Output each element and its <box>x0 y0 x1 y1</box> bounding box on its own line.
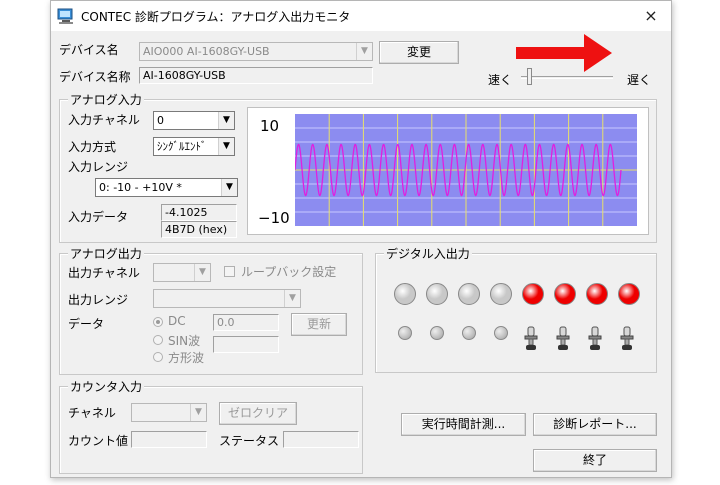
app-icon <box>57 8 73 24</box>
input-data-label: 入力データ <box>68 210 129 224</box>
digital-output-led[interactable] <box>554 283 576 305</box>
runtime-measure-button[interactable]: 実行時間計測... <box>401 413 526 436</box>
chevron-down-icon: ▼ <box>194 264 210 281</box>
square-radio[interactable] <box>153 352 163 362</box>
counter-group: カウンタ入力 <box>59 378 363 474</box>
digital-output-led[interactable] <box>522 283 544 305</box>
toggle-switch-icon[interactable] <box>555 326 571 352</box>
dc-value-field[interactable]: 0.0 <box>213 314 279 331</box>
device-model-field: AI-1608GY-USB <box>139 67 373 84</box>
toggle-switch-icon[interactable] <box>619 326 635 352</box>
close-icon[interactable]: × <box>631 1 671 31</box>
analog-output-title: アナログ出力 <box>68 245 144 262</box>
output-data-label: データ <box>68 317 105 331</box>
diagnostic-report-button[interactable]: 診断レポート... <box>533 413 657 436</box>
toggle-switch-icon[interactable] <box>587 326 603 352</box>
exit-button[interactable]: 終了 <box>533 449 657 472</box>
sin-value-field[interactable] <box>213 336 279 353</box>
graph-y-max: 10 <box>260 117 280 135</box>
graph-y-min: −10 <box>258 209 290 227</box>
digital-output-led[interactable] <box>490 283 512 305</box>
title-bar: CONTEC 診断プログラム：アナログ入出力モニタ × <box>51 1 671 31</box>
update-button[interactable]: 更新 <box>291 313 347 336</box>
counter-status-field <box>283 431 359 448</box>
sin-label: SIN波 <box>168 334 201 348</box>
input-mode-select[interactable]: ｼﾝｸﾞﾙｴﾝﾄﾞ ▼ <box>153 137 235 156</box>
dc-radio[interactable] <box>153 317 163 327</box>
change-device-button[interactable]: 変更 <box>379 41 459 64</box>
digital-input-led <box>462 326 476 340</box>
speed-slow-label: 遅く <box>627 73 652 87</box>
digital-output-led[interactable] <box>394 283 416 305</box>
output-range-select[interactable]: ▼ <box>153 289 301 308</box>
sin-radio[interactable] <box>153 335 163 345</box>
digital-input-led <box>494 326 508 340</box>
device-name-value: AIO000 AI-1608GY-USB <box>143 45 270 58</box>
input-mode-value: ｼﾝｸﾞﾙｴﾝﾄﾞ <box>157 140 207 153</box>
analog-input-title: アナログ入力 <box>68 91 144 108</box>
digital-input-led <box>398 326 412 340</box>
digital-output-led[interactable] <box>426 283 448 305</box>
input-mode-label: 入力方式 <box>68 140 117 154</box>
chevron-down-icon: ▼ <box>284 290 300 307</box>
loopback-checkbox[interactable] <box>224 266 235 277</box>
chevron-down-icon: ▼ <box>218 112 234 129</box>
count-value-label: カウント値 <box>68 434 129 448</box>
window-title: CONTEC 診断プログラム：アナログ入出力モニタ <box>81 10 351 24</box>
graph-panel: 10 −10 <box>247 107 649 235</box>
device-model-label: デバイス名称 <box>59 70 131 84</box>
digital-io-group: デジタル入出力 <box>375 245 657 373</box>
input-data-hex: 4B7D (hex) <box>161 221 237 238</box>
device-name-label: デバイス名 <box>59 43 119 57</box>
digital-output-led[interactable] <box>586 283 608 305</box>
toggle-switch-icon[interactable] <box>523 326 539 352</box>
output-channel-select[interactable]: ▼ <box>153 263 211 282</box>
square-label: 方形波 <box>168 351 205 365</box>
counter-status-label: ステータス <box>219 434 280 448</box>
slider-track <box>521 76 613 79</box>
input-channel-select[interactable]: 0 ▼ <box>153 111 235 130</box>
input-channel-label: 入力チャネル <box>68 113 140 127</box>
input-range-select[interactable]: 0: -10 - +10V * ▼ <box>95 178 238 197</box>
input-data-value: -4.1025 <box>161 204 237 221</box>
red-arrow-icon <box>516 34 612 72</box>
counter-channel-select[interactable]: ▼ <box>131 403 207 422</box>
digital-output-led[interactable] <box>618 283 640 305</box>
chevron-down-icon: ▼ <box>190 404 206 421</box>
input-channel-value: 0 <box>157 114 164 127</box>
device-name-select[interactable]: AIO000 AI-1608GY-USB ▼ <box>139 42 373 61</box>
dc-label: DC <box>168 314 186 328</box>
counter-title: カウンタ入力 <box>68 378 145 395</box>
counter-channel-label: チャネル <box>68 406 116 420</box>
input-range-label: 入力レンジ <box>68 160 129 174</box>
loopback-label: ループバック設定 <box>241 265 337 279</box>
output-channel-label: 出力チャネル <box>68 266 140 280</box>
output-range-label: 出力レンジ <box>68 293 129 307</box>
digital-io-title: デジタル入出力 <box>384 245 472 262</box>
speed-fast-label: 速く <box>488 73 513 87</box>
chevron-down-icon: ▼ <box>356 43 372 60</box>
chevron-down-icon: ▼ <box>218 138 234 155</box>
waveform-graph <box>295 114 637 226</box>
chevron-down-icon: ▼ <box>221 179 237 196</box>
input-range-value: 0: -10 - +10V * <box>99 181 182 194</box>
digital-input-led <box>430 326 444 340</box>
zero-clear-button[interactable]: ゼロクリア <box>219 402 297 425</box>
digital-output-led[interactable] <box>458 283 480 305</box>
count-value-field <box>131 431 207 448</box>
